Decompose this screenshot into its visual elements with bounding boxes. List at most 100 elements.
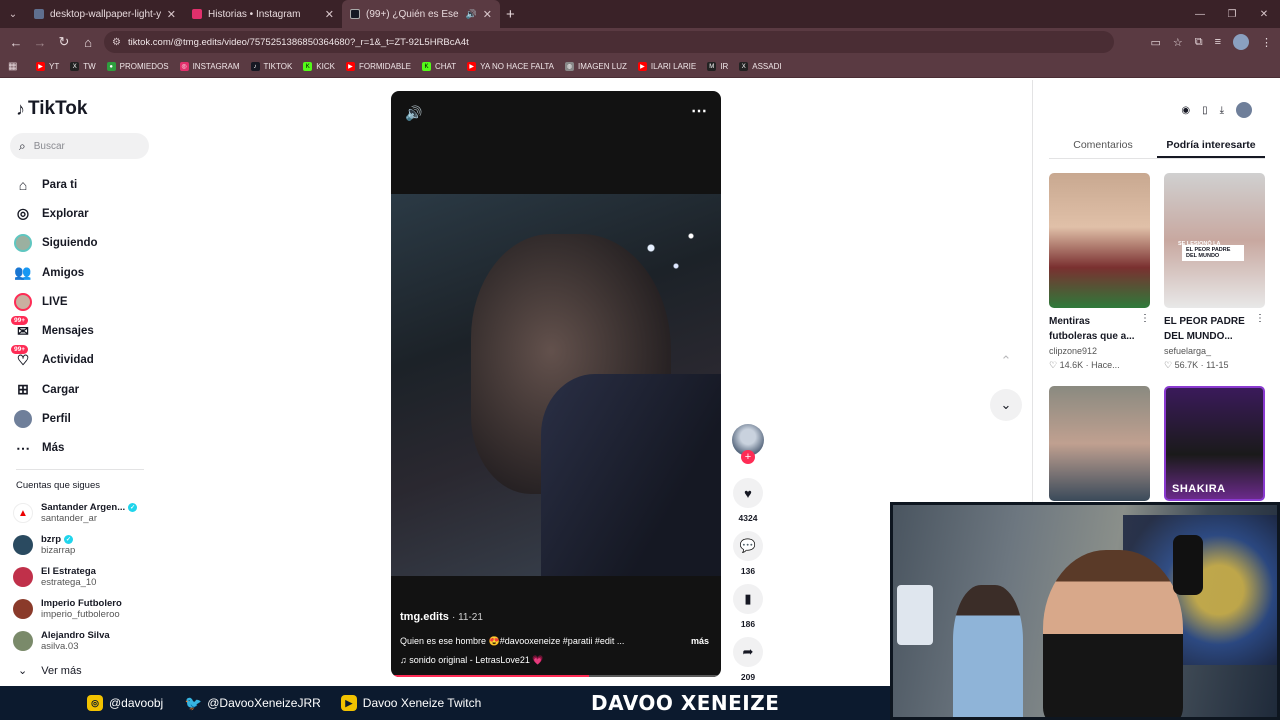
browser-tab-3[interactable]: (99+) ¿Quién es Ese Hombre 🔊 ✕: [342, 0, 500, 28]
card-more-icon[interactable]: ⋮: [1140, 313, 1150, 324]
bookmark-promiedos[interactable]: ● PROMIEDOS: [106, 62, 169, 71]
close-tab-icon[interactable]: ✕: [167, 8, 176, 21]
profile-avatar[interactable]: [1233, 34, 1249, 50]
tab-podria-interesarte[interactable]: Podría interesarte: [1157, 137, 1265, 158]
url-text: tiktok.com/@tmg.edits/video/757525138685…: [128, 36, 469, 48]
menu-item-live[interactable]: LIVE: [14, 287, 98, 316]
audio-playing-icon[interactable]: 🔊: [466, 9, 477, 20]
bookmark-kick[interactable]: K KICK: [303, 62, 335, 71]
previous-video-chevron-up-icon[interactable]: ⌃: [990, 345, 1022, 377]
bookmark-imagen-luz[interactable]: ◍ IMAGEN LUZ: [564, 62, 627, 71]
menu-item-mensajes[interactable]: ✉ 99+ Mensajes: [11, 316, 98, 345]
comment-action[interactable]: 💬 136: [731, 531, 765, 576]
menu-item-para-ti[interactable]: ⌂ Para ti: [14, 170, 98, 199]
card-user[interactable]: sefuelarga_: [1164, 346, 1265, 356]
card-user[interactable]: clipzone912: [1049, 346, 1150, 356]
video-player[interactable]: 🔊 ⋯ tmg.edits · 11-21 Quien es ese hombr…: [391, 91, 721, 677]
bookmark-formidable[interactable]: ▶ FORMIDABLE: [345, 62, 411, 71]
suggested-video-card[interactable]: Mentiras futboleras que a... ⋮ clipzone9…: [1049, 173, 1150, 371]
menu-item-siguiendo[interactable]: Siguiendo: [14, 229, 98, 258]
close-window-icon[interactable]: ✕: [1248, 9, 1280, 20]
card-title[interactable]: Mentiras futboleras que a...: [1049, 314, 1137, 344]
card-more-icon[interactable]: ⋮: [1255, 313, 1265, 324]
next-video-chevron-down-icon[interactable]: ⌄: [990, 389, 1022, 421]
suggested-video-card[interactable]: [1049, 386, 1150, 501]
video-author[interactable]: tmg.edits · 11-21: [400, 611, 483, 623]
menu-item-cargar[interactable]: ⊞ Cargar: [14, 375, 98, 404]
bookmark-tiktok[interactable]: ♪ TIKTOK: [250, 62, 292, 71]
menu-item-explorar[interactable]: ◎ Explorar: [14, 199, 98, 228]
minimize-icon[interactable]: —: [1184, 9, 1216, 20]
bookmark-star-icon[interactable]: ☆: [1173, 36, 1183, 49]
coin-icon[interactable]: ◉: [1181, 105, 1190, 116]
back-icon[interactable]: ←: [4, 35, 28, 50]
comment-icon[interactable]: 💬: [733, 531, 763, 561]
bookmark-instagram[interactable]: ◎ INSTAGRAM: [179, 62, 240, 71]
reload-icon[interactable]: ↻: [52, 34, 76, 50]
see-more-button[interactable]: ⌄ Ver más: [18, 664, 82, 678]
new-tab-button[interactable]: +: [506, 6, 515, 23]
tiktok-logo[interactable]: ♪ TikTok: [16, 98, 87, 120]
restore-icon[interactable]: ❐: [1216, 9, 1248, 20]
tab-search-icon[interactable]: ⌄: [0, 0, 26, 28]
media-control-icon[interactable]: ≡: [1215, 36, 1221, 48]
menu-item-actividad[interactable]: ♡ 99+ Actividad: [11, 345, 98, 375]
following-item[interactable]: bzrp ✓ bizarrap: [13, 529, 137, 561]
browser-menu-icon[interactable]: ⋮: [1261, 36, 1272, 49]
bookmark-yt[interactable]: ▶ YT: [36, 62, 59, 71]
tab-comentarios[interactable]: Comentarios: [1049, 137, 1157, 158]
bookmark-ya-no-hace-falta[interactable]: ▶ YA NO HACE FALTA: [467, 62, 554, 71]
menu-item-mas[interactable]: ⋯ Más: [14, 434, 98, 463]
menu-item-perfil[interactable]: Perfil: [14, 404, 98, 433]
volume-icon[interactable]: 🔊: [405, 105, 422, 122]
author-avatar[interactable]: +: [732, 424, 764, 464]
card-title[interactable]: EL PEOR PADRE DEL MUNDO...: [1164, 314, 1252, 344]
phone-icon[interactable]: ▯: [1202, 105, 1208, 116]
heart-icon[interactable]: ♥: [733, 478, 763, 508]
video-thumbnail[interactable]: [1049, 173, 1150, 308]
bookmark-chat[interactable]: K CHAT: [421, 62, 456, 71]
browser-tab-1[interactable]: desktop-wallpaper-light-yellow ✕: [26, 0, 184, 28]
bookmark-tw[interactable]: X TW: [70, 62, 96, 71]
site-info-icon[interactable]: ⚙: [112, 37, 121, 48]
video-thumbnail[interactable]: [1049, 386, 1150, 501]
address-bar[interactable]: ⚙ tiktok.com/@tmg.edits/video/7575251386…: [104, 31, 1114, 53]
bookmark-ir[interactable]: M IR: [707, 62, 728, 71]
suggested-video-card[interactable]: SE LESIONÓ LA EL PEOR PADRE DEL MUNDO EL…: [1164, 173, 1265, 371]
bookmark-icon[interactable]: ▮: [733, 584, 763, 614]
share-action[interactable]: ➦ 209: [731, 637, 765, 682]
bookmark-assadi[interactable]: X ASSADI: [739, 62, 782, 71]
following-item[interactable]: Alejandro Silva asilva.03: [13, 625, 137, 657]
like-action[interactable]: ♥ 4324: [731, 478, 765, 523]
author-name[interactable]: tmg.edits: [400, 611, 449, 623]
share-icon[interactable]: ➦: [733, 637, 763, 667]
suggested-video-card[interactable]: SHAKIRA: [1164, 386, 1265, 501]
bookmark-ilari-larie[interactable]: ▶ ILARI LARIE: [637, 62, 696, 71]
browser-tab-2[interactable]: Historias • Instagram ✕: [184, 0, 342, 28]
following-item[interactable]: El Estratega estratega_10: [13, 561, 137, 593]
more-options-icon[interactable]: ⋯: [691, 101, 707, 121]
close-tab-icon[interactable]: ✕: [483, 8, 492, 21]
search-input[interactable]: ⌕ Buscar: [10, 133, 149, 159]
menu-item-amigos[interactable]: 👥 Amigos: [14, 258, 98, 287]
user-avatar[interactable]: [1236, 102, 1252, 118]
save-action[interactable]: ▮ 186: [731, 584, 765, 629]
video-frame[interactable]: [391, 194, 721, 576]
video-thumbnail[interactable]: SE LESIONÓ LA EL PEOR PADRE DEL MUNDO: [1164, 173, 1265, 308]
follow-plus-icon[interactable]: +: [741, 450, 755, 464]
close-tab-icon[interactable]: ✕: [325, 8, 334, 21]
video-sound[interactable]: ♫ sonido original - LetrasLove21 💗: [400, 655, 544, 666]
following-item[interactable]: ▲ Santander Argen... ✓ santander_ar: [13, 497, 138, 529]
activity-badge: 99+: [11, 345, 29, 355]
caption-more-button[interactable]: más: [691, 636, 709, 646]
video-progress-bar[interactable]: [391, 675, 721, 677]
video-thumbnail[interactable]: SHAKIRA: [1164, 386, 1265, 501]
download-icon[interactable]: ⤓: [1220, 105, 1224, 116]
home-icon[interactable]: ⌂: [76, 35, 100, 50]
stream-info-bar: ◎ @davoobj 🐦 @DavooXeneizeJRR ▶ Davoo Xe…: [0, 686, 890, 720]
extensions-icon[interactable]: ⧉: [1195, 36, 1203, 49]
following-item[interactable]: Imperio Futbolero imperio_futboleroo: [13, 593, 137, 625]
apps-grid-icon[interactable]: ▦: [8, 61, 36, 72]
cast-icon[interactable]: ▭: [1150, 36, 1160, 49]
forward-icon[interactable]: →: [28, 35, 52, 50]
